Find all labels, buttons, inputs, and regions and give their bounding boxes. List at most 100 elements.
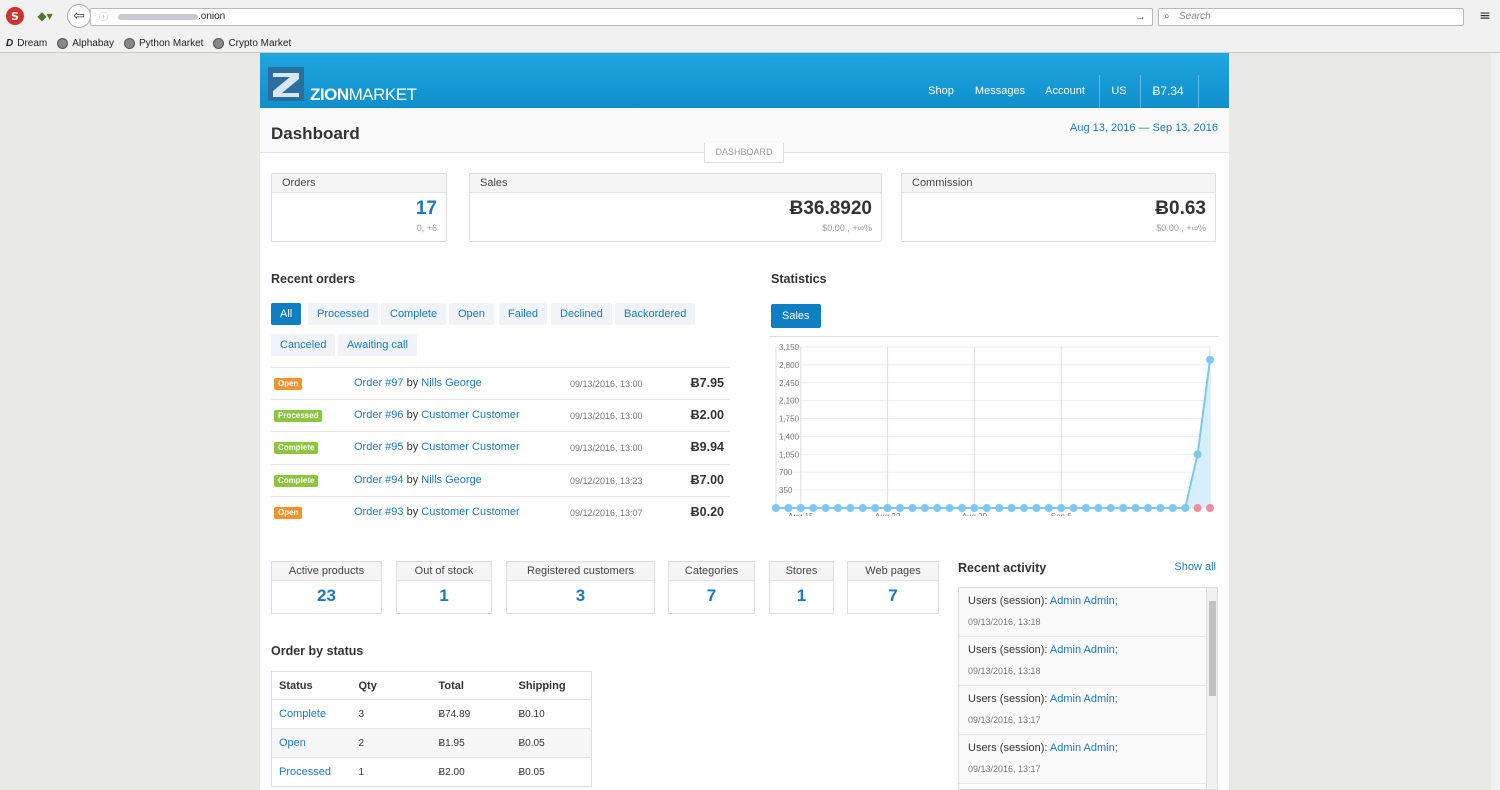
bookmark-python-market[interactable]: Python Market xyxy=(123,37,203,49)
info-icon[interactable]: ⓘ xyxy=(99,9,108,25)
order-row[interactable]: Complete Order #94 by Nills George 09/12… xyxy=(271,464,730,496)
zion-logo-icon[interactable] xyxy=(268,67,304,101)
order-row[interactable]: Complete Order #95 by Customer Customer … xyxy=(271,431,730,463)
status-link[interactable]: Complete xyxy=(271,699,352,729)
nav-shop[interactable]: Shop xyxy=(920,53,962,108)
today-point[interactable] xyxy=(1206,504,1214,512)
status-link[interactable]: Open xyxy=(271,728,352,758)
filter-awaiting-call[interactable]: Awaiting call xyxy=(338,334,417,356)
data-point[interactable] xyxy=(1206,355,1214,364)
data-point[interactable] xyxy=(1032,504,1041,512)
addon-icon[interactable]: S xyxy=(6,7,24,25)
statistics-tab-sales[interactable]: Sales xyxy=(771,304,821,328)
data-point[interactable] xyxy=(846,504,855,512)
back-button[interactable]: ⇦ xyxy=(67,4,91,28)
filter-all[interactable]: All xyxy=(271,303,302,325)
data-point[interactable] xyxy=(982,504,991,512)
bookmark-dream[interactable]: D Dream xyxy=(6,38,47,49)
nav-messages[interactable]: Messages xyxy=(970,53,1030,108)
data-point[interactable] xyxy=(871,504,880,512)
data-point[interactable] xyxy=(933,504,942,512)
activity-scrollbar[interactable] xyxy=(1206,588,1217,789)
data-point[interactable] xyxy=(772,504,780,512)
order-link[interactable]: Order #94 xyxy=(354,474,404,486)
data-point[interactable] xyxy=(1168,504,1177,512)
nav-balance[interactable]: Ƀ7.34 xyxy=(1144,53,1192,108)
data-point[interactable] xyxy=(784,504,793,512)
data-point[interactable] xyxy=(1144,504,1152,512)
data-point[interactable] xyxy=(995,504,1004,512)
activity-user-link[interactable]: Admin Admin; xyxy=(1050,595,1118,607)
data-point[interactable] xyxy=(1119,504,1128,512)
order-row[interactable]: Open Order #93 by Customer Customer 09/1… xyxy=(271,496,730,528)
onion-menu-icon[interactable]: ◆▾ xyxy=(34,7,56,25)
data-point[interactable] xyxy=(1131,504,1140,512)
data-point[interactable] xyxy=(1193,450,1202,459)
status-link[interactable]: Processed xyxy=(271,757,352,787)
filter-processed[interactable]: Processed xyxy=(308,303,378,325)
data-point[interactable] xyxy=(945,504,954,512)
data-point[interactable] xyxy=(1094,504,1103,512)
activity-user-link[interactable]: Admin Admin; xyxy=(1050,742,1118,754)
filter-declined[interactable]: Declined xyxy=(551,303,612,325)
data-point[interactable] xyxy=(834,504,842,512)
order-link[interactable]: Order #96 xyxy=(354,409,404,421)
data-point[interactable] xyxy=(1020,504,1028,512)
data-point[interactable] xyxy=(809,504,818,512)
data-point[interactable] xyxy=(1057,504,1066,512)
order-link[interactable]: Order #93 xyxy=(354,506,404,518)
counter-stores[interactable]: Stores 1 xyxy=(769,561,834,614)
filter-open[interactable]: Open xyxy=(449,303,494,325)
order-link[interactable]: Order #97 xyxy=(354,377,404,389)
data-point[interactable] xyxy=(1082,504,1090,512)
order-link[interactable]: Order #95 xyxy=(354,441,404,453)
activity-user-link[interactable]: Admin Admin; xyxy=(1050,644,1118,656)
filter-canceled[interactable]: Canceled xyxy=(271,334,336,356)
customer-link[interactable]: Nills George xyxy=(421,377,482,389)
filter-backordered[interactable]: Backordered xyxy=(615,303,696,325)
orders-value[interactable]: 17 xyxy=(416,198,437,220)
go-arrow-icon[interactable]: → xyxy=(1135,9,1146,25)
counter-active-products[interactable]: Active products 23 xyxy=(271,561,382,614)
data-point[interactable] xyxy=(858,504,867,512)
data-point[interactable] xyxy=(821,504,830,512)
data-point[interactable] xyxy=(920,504,929,512)
data-point[interactable] xyxy=(1106,504,1115,512)
filter-failed[interactable]: Failed xyxy=(499,303,547,325)
data-point[interactable] xyxy=(1181,504,1190,512)
scrollbar-thumb[interactable] xyxy=(1209,601,1216,696)
customer-link[interactable]: Nills George xyxy=(421,474,482,486)
url-bar[interactable]: ⓘ .onion → xyxy=(90,8,1153,26)
data-point[interactable] xyxy=(796,504,805,512)
customer-link[interactable]: Customer Customer xyxy=(421,409,519,421)
bookmark-alphabay[interactable]: Alphabay xyxy=(57,37,114,49)
bookmark-crypto-market[interactable]: Crypto Market xyxy=(213,37,291,49)
counter-categories[interactable]: Categories 7 xyxy=(668,561,755,614)
data-point[interactable] xyxy=(970,504,979,512)
search-input[interactable]: ⌕ Search xyxy=(1158,8,1464,26)
date-range-picker[interactable]: Aug 13, 2016 — Sep 13, 2016 xyxy=(1070,122,1218,134)
data-point[interactable] xyxy=(883,504,892,512)
customer-link[interactable]: Customer Customer xyxy=(421,441,519,453)
filter-complete[interactable]: Complete xyxy=(381,303,447,325)
counter-out-of-stock[interactable]: Out of stock 1 xyxy=(396,561,492,614)
order-row[interactable]: Open Order #97 by Nills George 09/13/201… xyxy=(271,367,730,399)
nav-region[interactable]: US xyxy=(1106,53,1132,108)
activity-user-link[interactable]: Admin Admin; xyxy=(1050,693,1118,705)
data-point[interactable] xyxy=(1069,504,1078,512)
data-point[interactable] xyxy=(1007,504,1016,512)
data-point[interactable] xyxy=(896,504,904,512)
show-all-link[interactable]: Show all xyxy=(1174,561,1216,573)
counter-registered-customers[interactable]: Registered customers 3 xyxy=(506,561,655,614)
data-point[interactable] xyxy=(958,504,966,512)
hamburger-menu-icon[interactable]: ≡ xyxy=(1476,7,1494,25)
data-point[interactable] xyxy=(1156,504,1165,512)
brand-name[interactable]: ZIONMARKET xyxy=(310,85,417,105)
data-point[interactable] xyxy=(908,504,917,512)
data-point[interactable] xyxy=(1044,504,1053,512)
customer-link[interactable]: Customer Customer xyxy=(421,506,519,518)
today-point[interactable] xyxy=(1193,504,1202,512)
nav-account[interactable]: Account xyxy=(1039,53,1091,108)
window-scrollbar[interactable] xyxy=(1491,53,1500,790)
counter-web-pages[interactable]: Web pages 7 xyxy=(847,561,939,614)
